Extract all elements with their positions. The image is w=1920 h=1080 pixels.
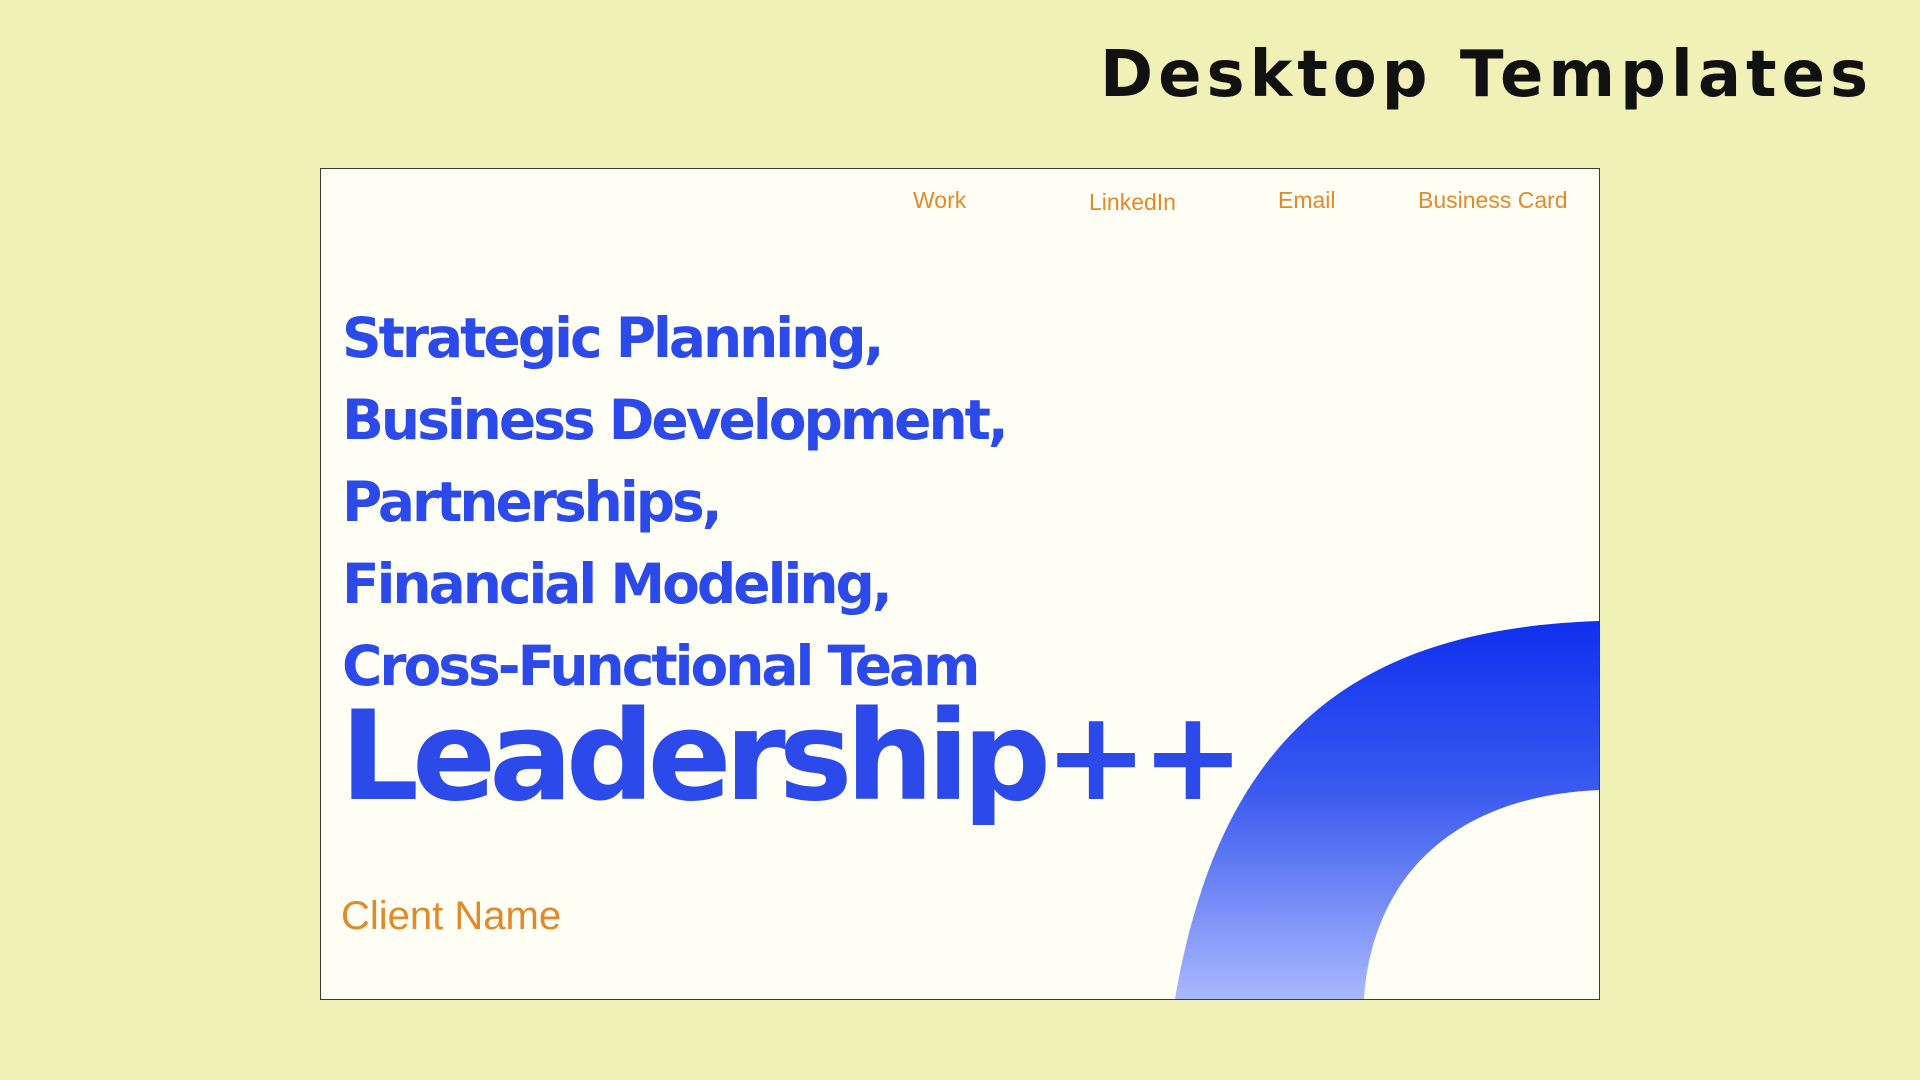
page-title: Desktop Templates (1100, 38, 1874, 112)
nav-email-link[interactable]: Email (1278, 187, 1336, 214)
nav-business-card-link[interactable]: Business Card (1418, 187, 1568, 214)
nav-linkedin-link[interactable]: LinkedIn (1089, 189, 1176, 216)
desktop-template-preview: Work LinkedIn Email Business Card Strate… (320, 168, 1600, 1000)
skill-item: Strategic Planning, (342, 306, 885, 370)
skills-list: Strategic Planning, Business Development… (342, 297, 1009, 707)
skill-item: Business Development, (342, 388, 1009, 452)
hero-headline: Leadership++ (340, 685, 1245, 829)
skill-item: Partnerships, (342, 470, 723, 534)
skill-item: Financial Modeling, (342, 552, 893, 616)
client-name: Client Name (341, 894, 562, 938)
nav-work-link[interactable]: Work (913, 187, 966, 214)
